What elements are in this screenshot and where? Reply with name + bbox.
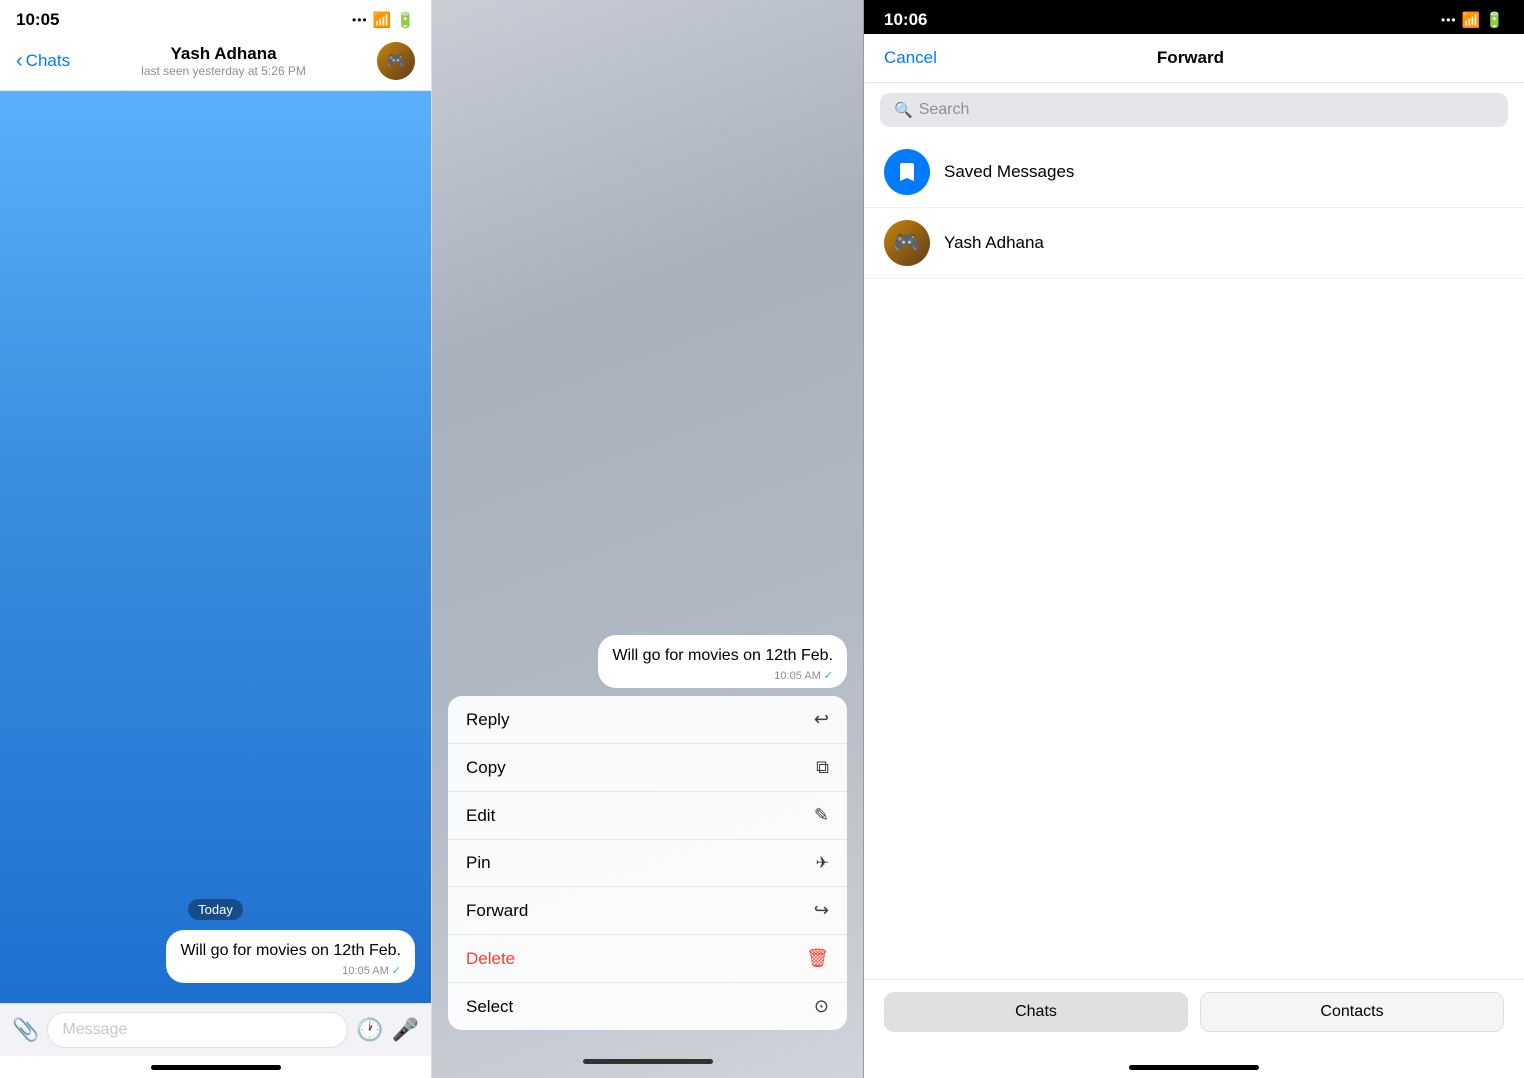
chat-screen-panel: 10:05 ••• 📶 🔋 ‹ Chats Yash Adhana last s… [0,0,432,1078]
context-read-receipt-icon: ✓ [824,669,833,682]
wifi-icon: 📶 [373,11,392,29]
avatar[interactable]: 🎮 [377,42,415,80]
status-bar-panel3: 10:06 ••• 📶 🔋 [864,0,1524,34]
context-message-meta: 10:05 AM ✓ [612,669,833,682]
emoji-icon[interactable]: 🕐 [356,1017,383,1043]
context-menu-delete[interactable]: Delete 🗑 [448,935,847,983]
context-menu-reply[interactable]: Reply ↩ [448,696,847,744]
forward-panel: 10:06 ••• 📶 🔋 Cancel Forward 🔍 Search Sa… [864,0,1524,1078]
reply-label: Reply [466,710,509,730]
context-message-text: Will go for movies on 12th Feb. [612,645,833,667]
edit-icon: ✎ [814,805,829,826]
select-icon: ⊙ [814,996,829,1017]
battery-icon: 🔋 [396,11,415,29]
context-message-time: 10:05 AM [774,670,820,682]
status-bar-panel1: 10:05 ••• 📶 🔋 [0,0,431,34]
status-icons-panel3: ••• 📶 🔋 [1441,11,1504,29]
chat-body: Today Will go for movies on 12th Feb. 10… [0,91,431,1003]
select-label: Select [466,997,513,1017]
list-item-yash-adhana[interactable]: 🎮 Yash Adhana [864,208,1524,279]
chat-header: ‹ Chats Yash Adhana last seen yesterday … [0,34,431,91]
pin-icon: ✈ [816,853,829,873]
status-time-panel1: 10:05 [16,10,59,30]
tab-chats[interactable]: Chats [884,992,1188,1032]
context-message-bubble: Will go for movies on 12th Feb. 10:05 AM… [598,635,847,688]
search-input[interactable]: Search [919,101,970,119]
context-menu-edit[interactable]: Edit ✎ [448,792,847,840]
forward-label: Forward [466,901,528,921]
status-icons-panel1: ••• 📶 🔋 [352,11,415,29]
home-bar [151,1065,281,1070]
back-label: Chats [26,51,70,71]
message-placeholder: Message [62,1021,127,1038]
message-time: 10:05 AM [342,965,388,977]
signal-dots-icon-p3: ••• [1441,13,1457,27]
chat-input-bar: 📎 Message 🕐 🎤 [0,1003,431,1056]
home-indicator-panel1 [0,1056,431,1078]
mic-icon[interactable]: 🎤 [392,1017,419,1043]
cancel-button[interactable]: Cancel [884,48,937,68]
context-menu-forward[interactable]: Forward ↪ [448,887,847,935]
yash-avatar-emoji: 🎮 [893,230,920,256]
copy-icon: ⧉ [816,757,829,778]
yash-avatar: 🎮 [884,220,930,266]
back-chevron-icon: ‹ [16,50,23,73]
copy-label: Copy [466,758,506,778]
tab-contacts[interactable]: Contacts [1200,992,1504,1032]
status-time-panel3: 10:06 [884,10,927,30]
attachment-icon[interactable]: 📎 [12,1017,39,1043]
search-bar[interactable]: 🔍 Search [880,93,1508,127]
forward-contact-list: Saved Messages 🎮 Yash Adhana [864,137,1524,979]
pin-label: Pin [466,853,491,873]
chat-header-info: Yash Adhana last seen yesterday at 5:26 … [70,44,377,78]
saved-messages-avatar [884,149,930,195]
tab-contacts-label: Contacts [1320,1003,1383,1020]
back-button[interactable]: ‹ Chats [16,50,70,73]
context-menu-copy[interactable]: Copy ⧉ [448,744,847,792]
delete-icon: 🗑 [806,948,829,969]
avatar-image: 🎮 [377,42,415,80]
message-input[interactable]: Message [47,1012,348,1048]
context-menu: Reply ↩ Copy ⧉ Edit ✎ Pin ✈ Forward ↪ De… [448,696,847,1030]
context-menu-select[interactable]: Select ⊙ [448,983,847,1030]
forward-search-container: 🔍 Search [864,83,1524,137]
forward-header: Cancel Forward [864,34,1524,83]
list-item-saved-messages[interactable]: Saved Messages [864,137,1524,208]
home-indicator-panel3 [864,1056,1524,1078]
contact-name: Yash Adhana [70,44,377,64]
forward-tabs: Chats Contacts [864,979,1524,1056]
contact-status: last seen yesterday at 5:26 PM [70,64,377,78]
search-icon: 🔍 [894,101,913,119]
wifi-icon-p3: 📶 [1462,11,1481,29]
context-menu-pin[interactable]: Pin ✈ [448,840,847,887]
date-badge: Today [188,899,243,920]
context-menu-panel: Will go for movies on 12th Feb. 10:05 AM… [432,0,864,1078]
home-bar-panel3 [1129,1065,1259,1070]
forward-icon: ↪ [814,900,829,921]
message-bubble: Will go for movies on 12th Feb. 10:05 AM… [166,930,415,983]
panel2-content: Will go for movies on 12th Feb. 10:05 AM… [432,0,863,1078]
yash-adhana-name: Yash Adhana [944,233,1044,253]
battery-icon-p3: 🔋 [1485,11,1504,29]
reply-icon: ↩ [814,709,829,730]
read-receipt-icon: ✓ [392,964,401,977]
message-meta: 10:05 AM ✓ [180,964,401,977]
tab-chats-label: Chats [1015,1003,1057,1020]
saved-messages-name: Saved Messages [944,162,1074,182]
forward-title: Forward [1157,48,1224,68]
edit-label: Edit [466,806,495,826]
signal-dots-icon: ••• [352,13,368,27]
message-text: Will go for movies on 12th Feb. [180,940,401,962]
delete-label: Delete [466,949,515,969]
